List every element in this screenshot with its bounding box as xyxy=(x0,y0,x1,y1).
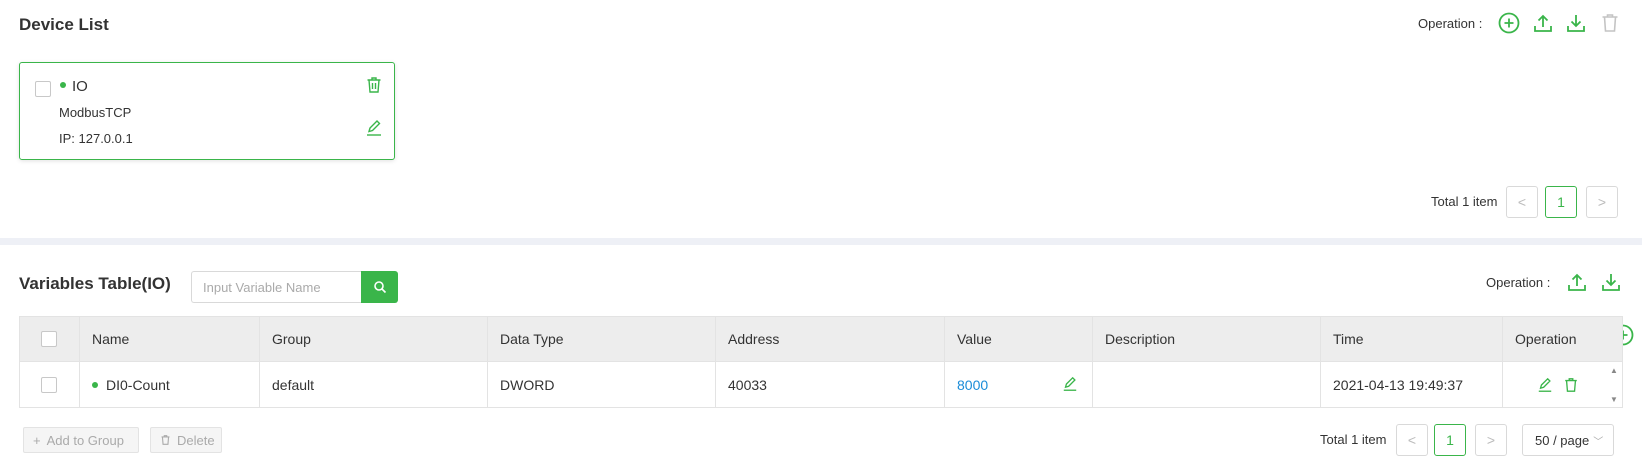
cell-data-type: DWORD xyxy=(488,362,716,407)
delete-variable-icon[interactable] xyxy=(1563,377,1579,393)
cell-time: 2021-04-13 19:49:37 xyxy=(1321,362,1503,407)
variables-pager-page-1[interactable]: 1 xyxy=(1434,424,1466,456)
header-data-type[interactable]: Data Type xyxy=(488,317,716,361)
device-pager-total: Total 1 item xyxy=(1431,194,1498,209)
upload-icon[interactable] xyxy=(1532,12,1554,34)
variable-status-dot xyxy=(92,381,98,388)
variables-table-title: Variables Table(IO) xyxy=(19,274,171,293)
table-header: Name Group Data Type Address Value Descr… xyxy=(20,317,1622,361)
device-ip: IP: 127.0.0.1 xyxy=(59,131,133,146)
variables-pager-next[interactable]: > xyxy=(1475,424,1507,456)
page-size-select[interactable]: 50 / page ﹀ xyxy=(1522,424,1614,456)
add-device-icon[interactable] xyxy=(1498,12,1520,34)
variables-table: Name Group Data Type Address Value Descr… xyxy=(19,316,1623,408)
delete-device-icon[interactable] xyxy=(365,76,383,94)
device-card[interactable]: IO ModbusTCP IP: 127.0.0.1 xyxy=(19,62,395,160)
device-pager-next[interactable]: > xyxy=(1586,186,1618,218)
device-list-section: Device List Operation : IO ModbusTCP IP:… xyxy=(0,0,1642,238)
cell-description xyxy=(1093,362,1321,407)
section-divider xyxy=(0,238,1642,245)
add-to-group-button[interactable]: + Add to Group xyxy=(23,427,139,453)
header-checkbox-cell xyxy=(20,317,80,361)
table-scrollbar[interactable]: ▲ ▼ xyxy=(1606,362,1622,408)
variables-upload-icon[interactable] xyxy=(1566,271,1588,293)
delete-label: Delete xyxy=(177,432,215,448)
header-description[interactable]: Description xyxy=(1093,317,1321,361)
header-time[interactable]: Time xyxy=(1321,317,1503,361)
trash-icon xyxy=(160,434,171,446)
edit-device-icon[interactable] xyxy=(365,119,383,137)
header-value[interactable]: Value xyxy=(945,317,1093,361)
header-operation: Operation xyxy=(1515,331,1577,347)
plus-icon: + xyxy=(33,432,41,448)
search-button[interactable] xyxy=(361,271,398,303)
cell-name: DI0-Count xyxy=(80,362,260,407)
device-name: IO xyxy=(72,78,88,95)
variables-pager-prev[interactable]: < xyxy=(1396,424,1428,456)
device-pager-page-1[interactable]: 1 xyxy=(1545,186,1577,218)
cell-operation xyxy=(1503,362,1606,407)
device-operation-label: Operation : xyxy=(1418,16,1483,31)
add-to-group-label: Add to Group xyxy=(46,432,124,448)
device-pager-prev[interactable]: < xyxy=(1506,186,1538,218)
search-icon xyxy=(373,281,386,294)
variables-download-icon[interactable] xyxy=(1600,271,1622,293)
delete-button[interactable]: Delete xyxy=(150,427,222,453)
header-address[interactable]: Address xyxy=(716,317,945,361)
cell-group: default xyxy=(260,362,488,407)
variable-value-link[interactable]: 8000 xyxy=(957,377,988,393)
device-protocol: ModbusTCP xyxy=(59,105,132,120)
header-group[interactable]: Group xyxy=(260,317,488,361)
device-status-dot xyxy=(60,82,66,88)
scroll-up-icon[interactable]: ▲ xyxy=(1610,366,1618,375)
header-name[interactable]: Name xyxy=(80,317,260,361)
scroll-down-icon[interactable]: ▼ xyxy=(1610,395,1618,404)
edit-value-icon[interactable] xyxy=(1062,376,1078,392)
variables-pager-total: Total 1 item xyxy=(1320,432,1387,447)
page-size-value: 50 / page xyxy=(1535,432,1590,448)
download-icon[interactable] xyxy=(1565,12,1587,34)
select-all-checkbox[interactable] xyxy=(41,331,57,347)
device-list-title: Device List xyxy=(19,15,109,34)
edit-variable-icon[interactable] xyxy=(1537,377,1553,393)
variable-name: DI0-Count xyxy=(106,376,170,393)
row-checkbox-cell xyxy=(20,362,80,407)
chevron-down-icon: ﹀ xyxy=(1593,436,1604,448)
table-row[interactable]: DI0-Count default DWORD 40033 8000 2021-… xyxy=(20,361,1622,407)
search-variable-input[interactable] xyxy=(191,271,362,303)
device-checkbox[interactable] xyxy=(35,81,51,97)
cell-value: 8000 xyxy=(945,362,1093,407)
row-checkbox[interactable] xyxy=(41,377,57,393)
delete-devices-icon[interactable] xyxy=(1599,12,1621,34)
cell-address: 40033 xyxy=(716,362,945,407)
variables-operation-label: Operation : xyxy=(1486,275,1551,290)
